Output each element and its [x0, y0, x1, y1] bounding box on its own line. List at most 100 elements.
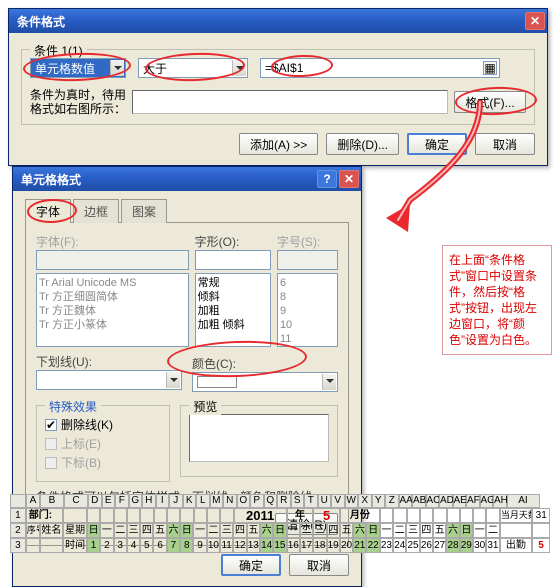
spreadsheet-preview: ABCDEFGHIJKLMNOPQRSTUVWXYZAAABACADAEAFAG…	[10, 494, 550, 553]
col-header[interactable]: V	[331, 494, 345, 508]
col-header[interactable]: W	[345, 494, 359, 508]
col-header[interactable]: P	[250, 494, 264, 508]
range-picker-icon[interactable]: ▦	[483, 61, 497, 75]
col-header[interactable]: AB	[412, 494, 426, 508]
col-header[interactable]: L	[196, 494, 210, 508]
col-header[interactable]: K	[183, 494, 197, 508]
col-header[interactable]: B	[40, 494, 64, 508]
weekday-cell: 六	[260, 523, 273, 538]
col-header[interactable]: D	[88, 494, 102, 508]
day-cell: 27	[433, 538, 446, 553]
add-button[interactable]: 添加(A) >>	[239, 133, 318, 155]
title: 单元格格式	[21, 171, 81, 188]
color-swatch	[197, 376, 237, 388]
color-select[interactable]	[192, 372, 338, 392]
weekday-cell: 四	[420, 523, 433, 538]
tab-pattern[interactable]: 图案	[121, 199, 167, 223]
col-header[interactable]: Y	[372, 494, 386, 508]
col-header[interactable]: T	[304, 494, 318, 508]
day-cell: 20	[340, 538, 353, 553]
col-header[interactable]: H	[142, 494, 156, 508]
col-header[interactable]: AG	[480, 494, 494, 508]
day-cell: 3	[114, 538, 127, 553]
col-header[interactable]: AD	[439, 494, 453, 508]
size-input[interactable]	[277, 250, 338, 270]
day-cell: 7	[167, 538, 180, 553]
titlebar-cell-format[interactable]: 单元格格式 ? ✕	[13, 167, 361, 191]
month-label: 月份	[340, 508, 380, 523]
col-header[interactable]: AC	[426, 494, 440, 508]
col-header[interactable]: AI	[507, 494, 540, 508]
weekday-cell: 一	[100, 523, 113, 538]
col-header[interactable]: I	[156, 494, 170, 508]
col-header[interactable]: AH	[493, 494, 507, 508]
size-listbox[interactable]: 6 8 9 10 11	[277, 273, 338, 347]
underline-select[interactable]	[36, 370, 182, 390]
conditional-format-dialog: 条件格式 ✕ 条件 1(1) 单元格数值 大于 =$AI$1 ▦ 条件为真时，待…	[8, 8, 548, 166]
col-header[interactable]: A	[26, 494, 40, 508]
col-header[interactable]: J	[169, 494, 183, 508]
week-label: 星期	[63, 523, 87, 538]
ok-button[interactable]: 确定	[407, 133, 467, 155]
day-cell: 26	[420, 538, 433, 553]
title: 条件格式	[17, 13, 65, 30]
day-cell: 28	[446, 538, 459, 553]
col-header[interactable]: O	[237, 494, 251, 508]
day-cell: 22	[366, 538, 379, 553]
weekday-cell: 日	[460, 523, 473, 538]
weekday-cell: 一	[287, 523, 300, 538]
day-cell: 8	[180, 538, 193, 553]
help-icon[interactable]: ?	[317, 170, 337, 188]
format-preview	[132, 90, 448, 114]
font-listbox[interactable]: Tr Arial Unicode MS Tr 方正细圆简体 Tr 方正魏体 Tr…	[36, 273, 189, 347]
delete-button[interactable]: 删除(D)...	[326, 133, 399, 155]
col-header[interactable]: R	[277, 494, 291, 508]
day-cell: 23	[380, 538, 393, 553]
row-header[interactable]: 1	[10, 508, 26, 523]
days-label: 当月天数:	[500, 508, 533, 523]
day-cell: 15	[273, 538, 286, 553]
col-header[interactable]: N	[223, 494, 237, 508]
row-header[interactable]: 2	[10, 523, 26, 538]
col-header[interactable]: Z	[385, 494, 399, 508]
font-input[interactable]	[36, 250, 189, 270]
format-button[interactable]: 格式(F)...	[454, 91, 526, 113]
col-header[interactable]: AE	[453, 494, 467, 508]
day-cell: 30	[473, 538, 486, 553]
titlebar-conditional-format[interactable]: 条件格式 ✕	[9, 9, 547, 33]
col-header[interactable]: E	[102, 494, 116, 508]
style-listbox[interactable]: 常规 倾斜 加粗 加粗 倾斜	[195, 273, 271, 347]
weekday-cell: 二	[486, 523, 499, 538]
tab-font[interactable]: 字体	[25, 199, 71, 223]
close-icon[interactable]: ✕	[525, 12, 545, 30]
effects-legend: 特殊效果	[45, 398, 101, 415]
day-cell: 29	[460, 538, 473, 553]
col-header[interactable]: AA	[399, 494, 413, 508]
col-header[interactable]: U	[318, 494, 332, 508]
weekday-cell: 四	[140, 523, 153, 538]
condition-type-select[interactable]: 单元格数值	[30, 58, 126, 78]
strikethrough-checkbox[interactable]: ✔删除线(K)	[45, 416, 161, 433]
col-header[interactable]: F	[115, 494, 129, 508]
ok-button[interactable]: 确定	[221, 554, 281, 576]
weekday-cell: 五	[340, 523, 353, 538]
formula-input[interactable]: =$AI$1 ▦	[260, 58, 500, 78]
col-header[interactable]: AF	[466, 494, 480, 508]
col-header[interactable]: Q	[264, 494, 278, 508]
weekday-cell: 一	[193, 523, 206, 538]
col-header[interactable]: X	[358, 494, 372, 508]
style-input[interactable]	[195, 250, 271, 270]
col-header[interactable]: G	[129, 494, 143, 508]
day-cell: 11	[220, 538, 233, 553]
weekday-cell: 四	[233, 523, 246, 538]
close-icon[interactable]: ✕	[339, 170, 359, 188]
weekday-cell: 三	[313, 523, 326, 538]
col-header[interactable]: M	[210, 494, 224, 508]
col-header[interactable]: C	[64, 494, 88, 508]
cancel-button[interactable]: 取消	[289, 554, 349, 576]
col-header[interactable]: S	[291, 494, 305, 508]
tab-border[interactable]: 边框	[73, 199, 119, 223]
row-header[interactable]: 3	[10, 538, 26, 553]
cancel-button[interactable]: 取消	[475, 133, 535, 155]
operator-select[interactable]: 大于	[138, 58, 248, 78]
